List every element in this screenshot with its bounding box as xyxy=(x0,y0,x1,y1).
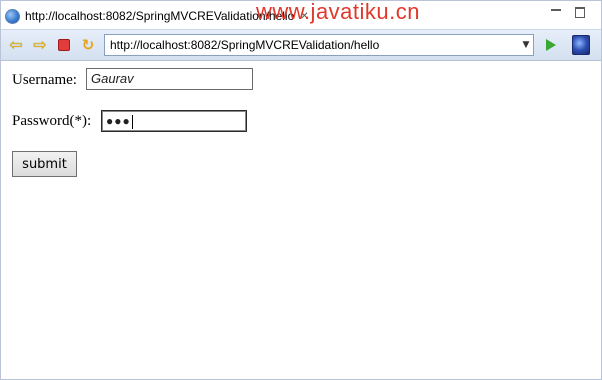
extension-button[interactable] xyxy=(572,35,590,55)
watermark: www.javatiku.cn xyxy=(256,0,421,24)
page-content: Username: Gaurav Password(*): ●●● submit xyxy=(1,60,601,379)
stop-icon xyxy=(58,39,70,51)
address-bar[interactable]: http://localhost:8082/SpringMVCREValidat… xyxy=(104,34,534,56)
tab-bar: http://localhost:8082/SpringMVCREValidat… xyxy=(1,0,601,29)
minimize-icon[interactable] xyxy=(551,9,561,11)
tab-title: http://localhost:8082/SpringMVCREValidat… xyxy=(25,9,295,23)
maximize-icon[interactable] xyxy=(575,7,585,18)
eclipse-icon xyxy=(572,35,590,55)
password-mask: ●●● xyxy=(106,114,131,128)
forward-button[interactable]: ⇨ xyxy=(31,36,49,54)
browser-window: http://localhost:8082/SpringMVCREValidat… xyxy=(0,0,602,380)
navigation-toolbar: ⇦ ⇨ ↻ http://localhost:8082/SpringMVCREV… xyxy=(1,29,601,61)
submit-button[interactable]: submit xyxy=(12,151,77,177)
username-label: Username: xyxy=(12,72,77,88)
password-input[interactable]: ●●● xyxy=(101,110,247,132)
play-icon xyxy=(546,39,556,51)
globe-icon xyxy=(5,8,20,24)
password-label: Password(*): xyxy=(12,113,92,129)
stop-button[interactable] xyxy=(55,36,73,54)
url-text[interactable]: http://localhost:8082/SpringMVCREValidat… xyxy=(105,38,519,52)
forward-arrow-icon: ⇨ xyxy=(33,35,47,54)
refresh-button[interactable]: ↻ xyxy=(79,36,97,54)
text-caret xyxy=(131,114,133,129)
back-button[interactable]: ⇦ xyxy=(7,36,25,54)
chevron-down-icon[interactable]: ▼ xyxy=(519,40,533,50)
back-arrow-icon: ⇦ xyxy=(9,35,23,54)
username-input[interactable]: Gaurav xyxy=(86,68,253,90)
refresh-icon: ↻ xyxy=(81,36,95,54)
go-button[interactable] xyxy=(542,36,560,54)
